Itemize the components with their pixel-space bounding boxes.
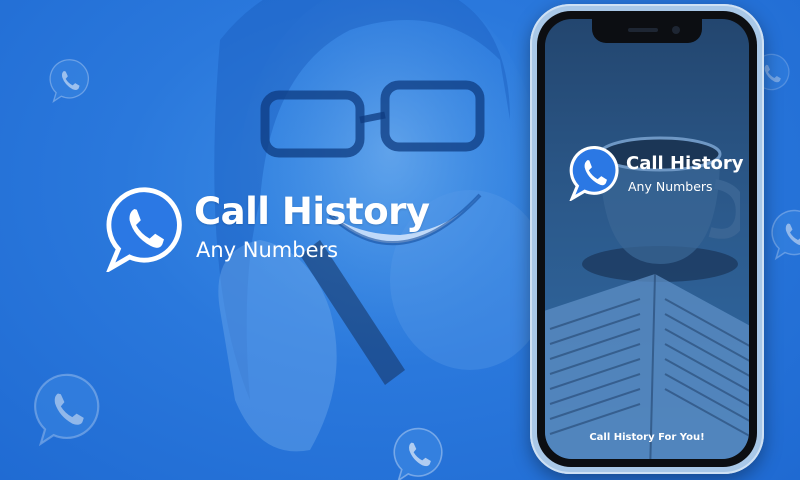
hero-subtitle: Any Numbers — [196, 238, 339, 262]
hero-title: Call History — [194, 190, 430, 233]
speaker-grille — [628, 28, 658, 32]
phone-chat-bubble-icon — [106, 187, 182, 272]
front-camera-icon — [672, 26, 680, 34]
promo-background: Call History Any Numbers Call History An… — [0, 0, 800, 480]
phone-bubble-icon — [393, 427, 443, 480]
app-tagline: Call History For You! — [589, 432, 705, 443]
phone-notch — [592, 19, 702, 43]
phone-bubble-icon — [49, 59, 89, 103]
phone-chat-bubble-icon — [569, 145, 619, 201]
app-subtitle: Any Numbers — [628, 179, 713, 194]
phone-mockup: Call History Any Numbers Call History Fo… — [530, 4, 764, 474]
phone-screen: Call History Any Numbers Call History Fo… — [545, 19, 749, 459]
app-title: Call History — [626, 153, 744, 174]
phone-bubble-icon — [771, 209, 800, 261]
phone-bubble-icon — [34, 373, 100, 447]
